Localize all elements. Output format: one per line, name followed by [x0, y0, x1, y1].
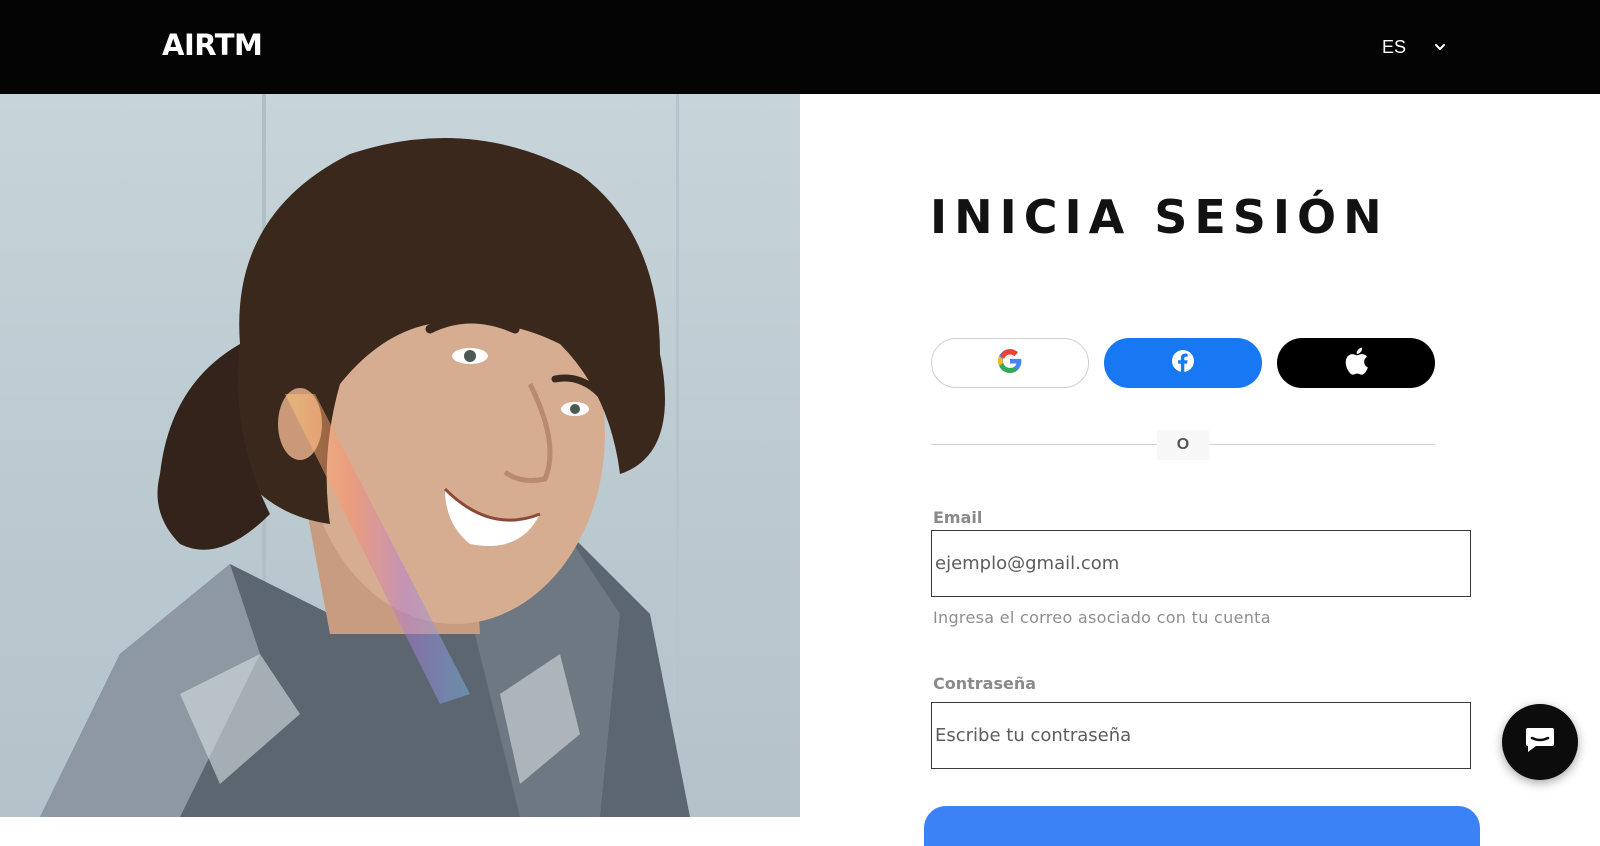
page-title: INICIA SESIÓN — [930, 190, 1389, 244]
google-login-button[interactable] — [931, 338, 1089, 388]
top-navbar: AIRTM ES — [0, 0, 1600, 94]
login-panel: INICIA SESIÓN O Email ejemplo@gmail.com … — [800, 94, 1600, 846]
or-divider: O — [931, 430, 1435, 460]
divider-line-left — [931, 444, 1157, 445]
hero-photo — [0, 94, 800, 817]
language-label: ES — [1382, 36, 1407, 57]
submit-button[interactable] — [924, 806, 1480, 846]
email-label: Email — [933, 508, 983, 527]
logo-text: AIRTM — [162, 27, 263, 62]
chevron-down-icon — [1434, 41, 1446, 53]
apple-login-button[interactable] — [1277, 338, 1435, 388]
apple-icon — [1343, 347, 1369, 380]
email-field[interactable] — [931, 530, 1471, 597]
language-selector[interactable]: ES — [1382, 34, 1446, 60]
password-field[interactable] — [931, 702, 1471, 769]
divider-line-right — [1209, 444, 1435, 445]
or-label: O — [1157, 430, 1209, 460]
facebook-icon — [1171, 349, 1195, 378]
chat-widget-button[interactable] — [1502, 704, 1578, 780]
google-icon — [997, 348, 1023, 379]
email-hint: Ingresa el correo asociado con tu cuenta — [933, 608, 1271, 627]
facebook-login-button[interactable] — [1104, 338, 1262, 388]
chat-icon — [1524, 726, 1556, 759]
password-label: Contraseña — [933, 674, 1037, 693]
airtm-logo[interactable]: AIRTM — [162, 27, 263, 62]
